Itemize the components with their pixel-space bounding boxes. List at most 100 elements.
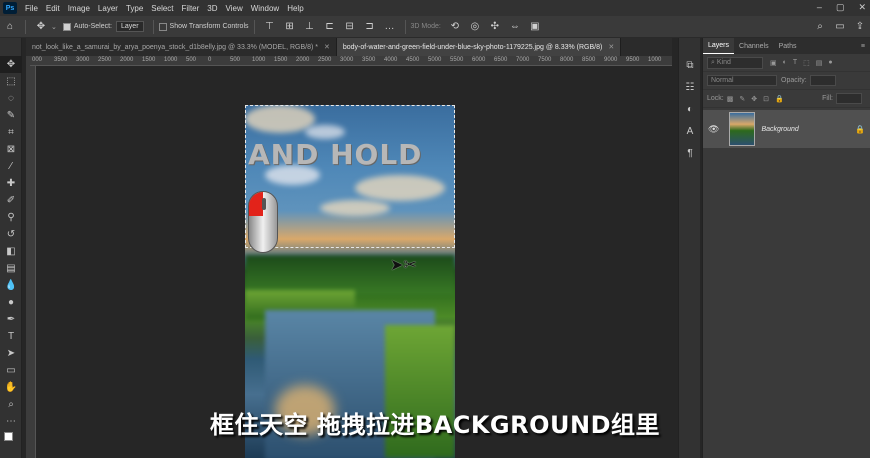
gradient-tool-icon[interactable]: ▤ <box>0 260 22 277</box>
align-center-icon[interactable]: ⊟ <box>343 20 357 34</box>
move-cursor-icon: ➤✂ <box>390 257 417 274</box>
lasso-tool-icon[interactable]: ◌ <box>0 90 22 107</box>
workspace-icon[interactable]: ▭ <box>833 20 847 34</box>
align-middle-icon[interactable]: ⊞ <box>283 20 297 34</box>
healing-tool-icon[interactable]: ✚ <box>0 175 22 192</box>
panel-menu-icon[interactable]: ≡ <box>856 38 870 54</box>
filter-smart-object-icon[interactable]: ▤ <box>816 59 823 67</box>
tab-paths[interactable]: Paths <box>774 38 802 54</box>
eyedropper-tool-icon[interactable]: ⁄ <box>0 158 22 175</box>
ruler-tick-label: 5000 <box>428 57 442 63</box>
tab-samurai-document[interactable]: not_look_like_a_samurai_by_arya_poenya_s… <box>26 38 337 56</box>
quick-select-tool-icon[interactable]: ✎ <box>0 107 22 124</box>
path-select-tool-icon[interactable]: ➤ <box>0 345 22 362</box>
ruler-tick-label: 3500 <box>362 57 376 63</box>
align-top-icon[interactable]: ⊤ <box>263 20 277 34</box>
menu-layer[interactable]: Layer <box>94 4 122 13</box>
character-panel-icon[interactable]: A <box>679 120 701 142</box>
move-tool-icon[interactable]: ✥ <box>0 56 22 73</box>
ruler-tick-label: 2500 <box>98 57 112 63</box>
visibility-eye-icon[interactable]: 👁 <box>708 124 719 135</box>
menu-filter[interactable]: Filter <box>178 4 204 13</box>
canvas-area[interactable]: AND HOLD ➤✂ <box>36 66 672 458</box>
stamp-tool-icon[interactable]: ⚲ <box>0 209 22 226</box>
menu-window[interactable]: Window <box>247 4 283 13</box>
type-tool-icon[interactable]: T <box>0 328 22 345</box>
layer-row-background[interactable]: 👁 Background 🔒 <box>703 110 870 148</box>
move-tool-icon[interactable]: ✥ <box>34 20 48 34</box>
history-panel-icon[interactable]: ⧉ <box>679 54 701 76</box>
blend-mode-dropdown[interactable]: Normal <box>707 75 777 86</box>
auto-select-checkbox[interactable] <box>62 22 71 31</box>
3d-roll-icon[interactable]: ◎ <box>468 20 482 34</box>
tab-water-document[interactable]: body-of-water-and-green-field-under-blue… <box>336 38 622 56</box>
tab-channels[interactable]: Channels <box>734 38 774 54</box>
chevron-down-icon[interactable]: ⌄ <box>51 23 57 31</box>
menu-3d[interactable]: 3D <box>203 4 221 13</box>
menu-bar: Ps File Edit Image Layer Type Select Fil… <box>0 0 870 16</box>
menu-select[interactable]: Select <box>147 4 177 13</box>
lock-all-icon[interactable]: 🔒 <box>775 95 784 103</box>
dodge-tool-icon[interactable]: ● <box>0 294 22 311</box>
menu-file[interactable]: File <box>21 4 42 13</box>
history-brush-icon[interactable]: ↺ <box>0 226 22 243</box>
show-transform-checkbox[interactable] <box>158 22 167 31</box>
vertical-ruler[interactable] <box>26 66 36 458</box>
menu-view[interactable]: View <box>222 4 247 13</box>
pen-tool-icon[interactable]: ✒ <box>0 311 22 328</box>
more-options-icon[interactable]: … <box>383 20 397 34</box>
3d-scale-icon[interactable]: ▣ <box>528 20 542 34</box>
menu-edit[interactable]: Edit <box>42 4 64 13</box>
close-icon[interactable]: ✕ <box>324 43 330 51</box>
3d-rotate-icon[interactable]: ⟲ <box>448 20 462 34</box>
adjustments-panel-icon[interactable]: ◐ <box>679 98 701 120</box>
kind-filter-label: Kind <box>716 58 731 66</box>
menu-image[interactable]: Image <box>64 4 94 13</box>
close-icon[interactable]: ✕ <box>608 43 614 51</box>
opacity-field[interactable] <box>809 75 836 86</box>
ruler-tick-label: 3000 <box>76 57 90 63</box>
layer-name[interactable]: Background <box>761 126 855 133</box>
marquee-tool-icon[interactable]: ⬚ <box>0 73 22 90</box>
minimize-button[interactable]: – <box>817 2 822 13</box>
filter-pixel-icon[interactable]: ▣ <box>770 59 777 67</box>
lock-transparent-icon[interactable]: ▩ <box>727 95 734 103</box>
auto-select-target-dropdown[interactable]: Layer <box>116 21 144 32</box>
filter-shape-icon[interactable]: ⬚ <box>803 59 810 67</box>
align-left-icon[interactable]: ⊏ <box>323 20 337 34</box>
horizontal-ruler[interactable]: 000 3500 3000 2500 2000 1500 1000 500 0 500 1000 15… <box>30 56 672 66</box>
home-icon[interactable]: ⌂ <box>3 20 17 34</box>
ruler-tick-label: 0 <box>208 57 212 63</box>
frame-tool-icon[interactable]: ⊠ <box>0 141 22 158</box>
properties-panel-icon[interactable]: ☷ <box>679 76 701 98</box>
lock-artboard-icon[interactable]: ⊡ <box>763 95 769 103</box>
3d-pan-icon[interactable]: ✣ <box>488 20 502 34</box>
paragraph-panel-icon[interactable]: ¶ <box>679 142 701 164</box>
share-icon[interactable]: ⇪ <box>853 20 867 34</box>
filter-type-icon[interactable]: T <box>793 59 797 66</box>
close-button[interactable]: ✕ <box>858 2 866 13</box>
layer-filter-row: ⌕ Kind ▣ ◐ T ⬚ ▤ ● <box>703 54 870 72</box>
maximize-button[interactable]: ▢ <box>836 2 845 13</box>
lock-image-icon[interactable]: ✎ <box>739 95 745 103</box>
brush-tool-icon[interactable]: ✐ <box>0 192 22 209</box>
3d-slide-icon[interactable]: ⇔ <box>508 20 522 34</box>
filter-adjustment-icon[interactable]: ◐ <box>783 59 787 66</box>
align-bottom-icon[interactable]: ⊥ <box>303 20 317 34</box>
shape-tool-icon[interactable]: ▭ <box>0 362 22 379</box>
eraser-tool-icon[interactable]: ◧ <box>0 243 22 260</box>
blur-tool-icon[interactable]: 💧 <box>0 277 22 294</box>
ruler-tick-label: 4000 <box>384 57 398 63</box>
menu-help[interactable]: Help <box>283 4 307 13</box>
crop-tool-icon[interactable]: ⌗ <box>0 124 22 141</box>
collapsed-panels-strip: ⧉ ☷ ◐ A ¶ <box>678 38 700 458</box>
kind-filter-dropdown[interactable]: ⌕ Kind <box>707 56 763 69</box>
hand-tool-icon[interactable]: ✋ <box>0 379 22 396</box>
lock-position-icon[interactable]: ✥ <box>751 95 757 103</box>
fill-field[interactable] <box>836 93 862 104</box>
tab-layers[interactable]: Layers <box>703 38 735 54</box>
menu-type[interactable]: Type <box>122 4 147 13</box>
search-icon[interactable]: ⌕ <box>813 20 827 34</box>
align-right-icon[interactable]: ⊐ <box>363 20 377 34</box>
filter-toggle-icon[interactable]: ● <box>828 59 832 66</box>
